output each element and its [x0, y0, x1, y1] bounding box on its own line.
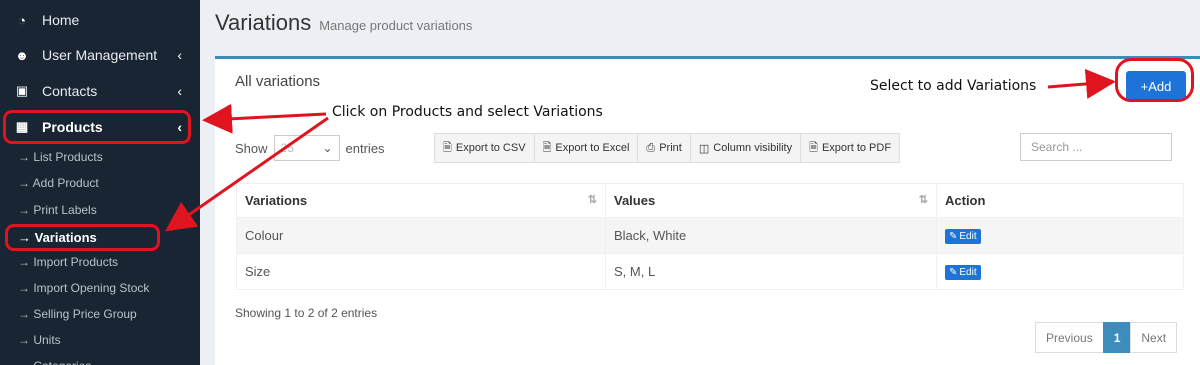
annotation-arrows — [165, 68, 1116, 232]
arrow-to-variations — [165, 116, 329, 232]
arrow-to-products — [202, 103, 327, 134]
arrow-to-add — [1047, 68, 1116, 99]
